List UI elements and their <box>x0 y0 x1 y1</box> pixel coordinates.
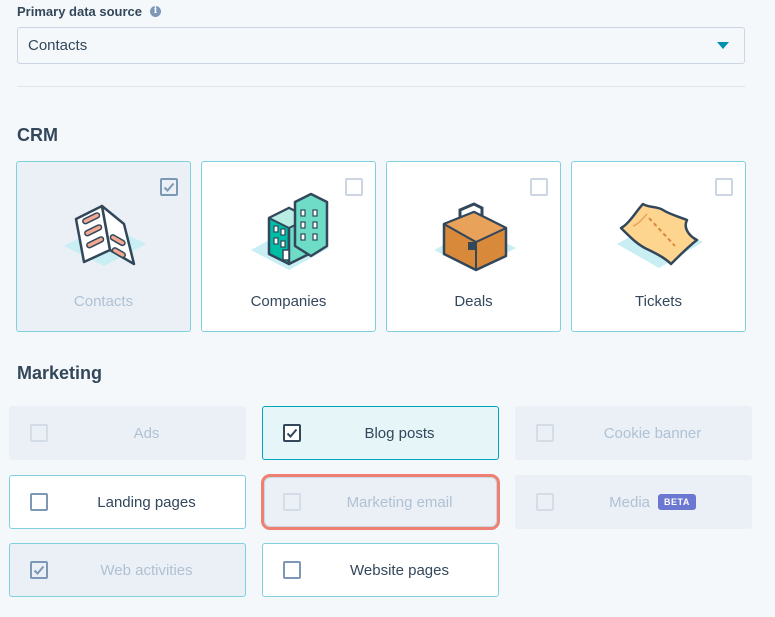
crm-card-label: Deals <box>454 293 493 310</box>
marketing-email-checkbox <box>283 493 301 511</box>
marketing-item-label: Ads <box>133 424 160 442</box>
contacts-illustration-icon <box>64 204 146 266</box>
marketing-item-label: Media BETA <box>564 494 741 511</box>
info-icon[interactable]: i <box>150 6 162 17</box>
marketing-item-blog-posts[interactable]: Blog posts <box>262 406 499 460</box>
marketing-item-label: Website pages <box>350 561 449 579</box>
beta-badge: BETA <box>658 494 696 510</box>
chevron-down-icon <box>717 42 729 49</box>
tickets-checkbox[interactable] <box>715 178 733 196</box>
marketing-item-marketing-email[interactable]: Marketing email <box>261 474 500 530</box>
marketing-item-cookie-banner: Cookie banner <box>515 406 752 460</box>
contacts-checkbox[interactable] <box>160 178 178 196</box>
check-icon <box>286 428 298 438</box>
cookie-banner-checkbox <box>536 424 554 442</box>
divider <box>17 86 745 87</box>
marketing-item-label: Cookie banner <box>603 424 702 442</box>
select-value: Contacts <box>28 37 88 54</box>
marketing-section-title: Marketing <box>17 363 103 383</box>
check-icon <box>33 565 45 575</box>
media-checkbox <box>536 493 554 511</box>
marketing-item-label: Landing pages <box>97 493 196 511</box>
marketing-item-landing-pages[interactable]: Landing pages <box>9 475 246 529</box>
crm-card-label: Contacts <box>73 293 134 310</box>
marketing-item-label: Marketing email <box>346 493 453 511</box>
tickets-illustration-icon <box>617 202 703 268</box>
primary-data-source-label: Primary data source i <box>17 4 162 19</box>
marketing-item-media: Media BETA <box>515 475 752 529</box>
crm-card-tickets[interactable]: Tickets <box>571 161 746 332</box>
crm-card-label: Tickets <box>635 293 682 310</box>
blog-posts-checkbox[interactable] <box>283 424 301 442</box>
primary-data-source-select[interactable]: Contacts <box>17 27 745 64</box>
companies-checkbox[interactable] <box>345 178 363 196</box>
crm-card-deals[interactable]: Deals <box>386 161 561 332</box>
marketing-item-label: Web activities <box>100 561 193 579</box>
crm-card-label: Companies <box>250 293 327 310</box>
crm-card-companies[interactable]: Companies <box>201 161 376 332</box>
marketing-item-website-pages[interactable]: Website pages <box>262 543 499 597</box>
marketing-item-web-activities: Web activities <box>9 543 246 597</box>
crm-card-contacts[interactable]: Contacts <box>16 161 191 332</box>
crm-section-title: CRM <box>17 125 58 145</box>
deals-illustration-icon <box>434 202 516 272</box>
web-activities-checkbox <box>30 561 48 579</box>
check-icon <box>163 182 175 192</box>
marketing-item-label: Blog posts <box>364 424 435 442</box>
ads-checkbox <box>30 424 48 442</box>
landing-pages-checkbox[interactable] <box>30 493 48 511</box>
website-pages-checkbox[interactable] <box>283 561 301 579</box>
companies-illustration-icon <box>251 192 329 270</box>
deals-checkbox[interactable] <box>530 178 548 196</box>
marketing-item-ads: Ads <box>9 406 246 460</box>
